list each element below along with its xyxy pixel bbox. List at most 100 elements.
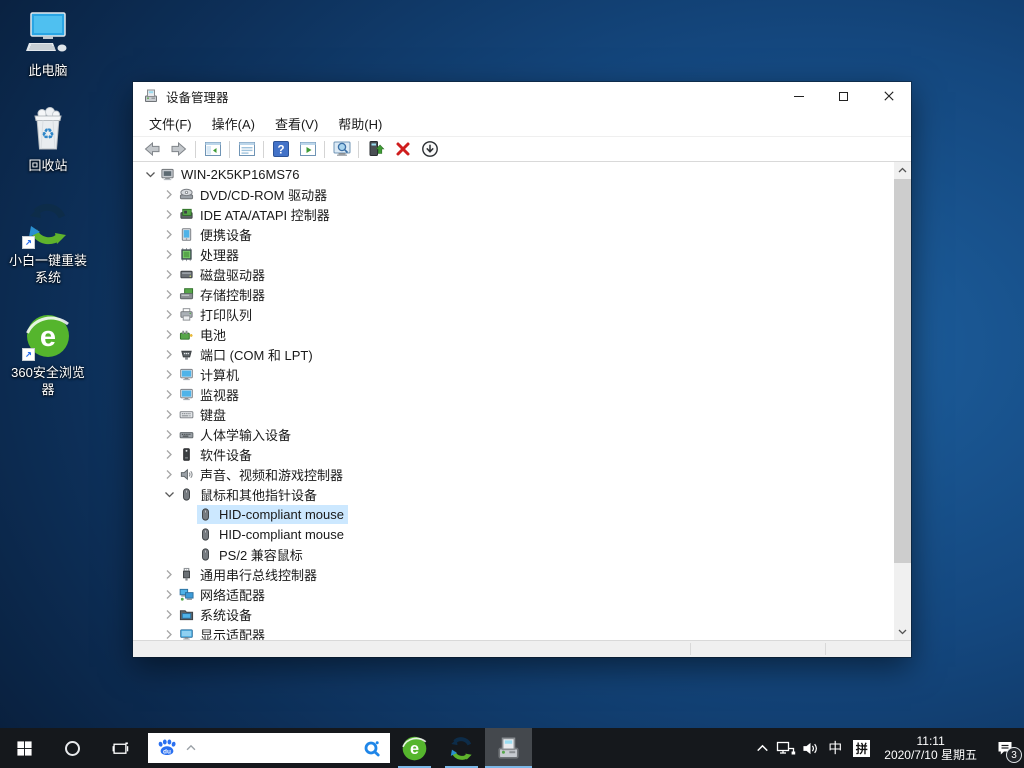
tree-item[interactable]: 键盘 bbox=[133, 404, 894, 424]
desktop-icon-recycle-bin[interactable]: 回收站 bbox=[4, 105, 92, 174]
maximize-button[interactable] bbox=[821, 82, 866, 110]
taskbar-clock[interactable]: 11:11 2020/7/10 星期五 bbox=[875, 734, 986, 763]
tree-item[interactable]: 便携设备 bbox=[133, 224, 894, 244]
chevron-right-icon[interactable] bbox=[161, 426, 178, 443]
toolbar-update-driver-button[interactable] bbox=[362, 138, 389, 161]
minimize-button[interactable] bbox=[776, 82, 821, 110]
tree-item[interactable]: 软件设备 bbox=[133, 444, 894, 464]
menu-view[interactable]: 查看(V) bbox=[265, 110, 328, 136]
tree-item[interactable]: 计算机 bbox=[133, 364, 894, 384]
desktop-icon-this-pc[interactable]: 此电脑 bbox=[4, 10, 92, 79]
chevron-right-icon[interactable] bbox=[161, 466, 178, 483]
chevron-right-icon[interactable] bbox=[161, 186, 178, 203]
chevron-right-icon[interactable] bbox=[161, 266, 178, 283]
360-browser-icon bbox=[401, 735, 428, 762]
scrollbar-up-button[interactable] bbox=[894, 162, 911, 179]
chevron-right-icon[interactable] bbox=[161, 346, 178, 363]
tree-item[interactable]: PS/2 兼容鼠标 bbox=[133, 544, 894, 564]
tray-overflow-button[interactable] bbox=[750, 728, 774, 768]
chevron-right-icon[interactable] bbox=[161, 306, 178, 323]
menu-action[interactable]: 操作(A) bbox=[202, 110, 265, 136]
ime-language-button[interactable]: 中 bbox=[822, 738, 848, 758]
chevron-right-icon[interactable] bbox=[161, 626, 178, 641]
chevron-right-icon[interactable] bbox=[161, 386, 178, 403]
xiaobai-reinstall-icon bbox=[24, 200, 72, 248]
chevron-right-icon[interactable] bbox=[161, 586, 178, 603]
tree-item[interactable]: 电池 bbox=[133, 324, 894, 344]
toolbar-back-button[interactable] bbox=[138, 138, 165, 161]
taskbar-app-360-browser[interactable] bbox=[391, 728, 438, 768]
tree-item[interactable]: WIN-2K5KP16MS76 bbox=[133, 164, 894, 184]
tree-item[interactable]: 鼠标和其他指针设备 bbox=[133, 484, 894, 504]
tree-item[interactable]: 人体学输入设备 bbox=[133, 424, 894, 444]
taskbar-search-box[interactable] bbox=[148, 733, 390, 763]
search-engine-icon[interactable] bbox=[362, 738, 382, 758]
window-titlebar[interactable]: 设备管理器 bbox=[133, 82, 911, 110]
chevron-right-icon[interactable] bbox=[161, 226, 178, 243]
chevron-right-icon[interactable] bbox=[161, 606, 178, 623]
tree-item[interactable]: IDE ATA/ATAPI 控制器 bbox=[133, 204, 894, 224]
tree-item[interactable]: 存储控制器 bbox=[133, 284, 894, 304]
tree-item-selected[interactable]: HID-compliant mouse bbox=[133, 504, 894, 524]
volume-tray-button[interactable] bbox=[798, 728, 822, 768]
taskbar-app-xiaobai[interactable] bbox=[438, 728, 485, 768]
chevron-down-icon[interactable] bbox=[161, 486, 178, 503]
search-expand-icon[interactable] bbox=[184, 741, 198, 755]
action-center-button[interactable]: 3 bbox=[986, 728, 1024, 768]
tree-item[interactable]: 打印队列 bbox=[133, 304, 894, 324]
toolbar-scan-button[interactable] bbox=[328, 138, 355, 161]
tree-item[interactable]: 通用串行总线控制器 bbox=[133, 564, 894, 584]
chevron-right-icon[interactable] bbox=[161, 206, 178, 223]
chevron-right-icon[interactable] bbox=[161, 446, 178, 463]
tree-item-label: 打印队列 bbox=[200, 305, 252, 324]
desktop-icon-xiaobai-reinstall[interactable]: 小白一键重装系统 bbox=[4, 200, 92, 286]
device-tree-panel: WIN-2K5KP16MS76DVD/CD-ROM 驱动器IDE ATA/ATA… bbox=[133, 162, 911, 640]
menu-file[interactable]: 文件(F) bbox=[139, 110, 202, 136]
tree-item[interactable]: DVD/CD-ROM 驱动器 bbox=[133, 184, 894, 204]
tree-item[interactable]: 网络适配器 bbox=[133, 584, 894, 604]
chevron-right-icon[interactable] bbox=[161, 566, 178, 583]
chevron-right-icon[interactable] bbox=[161, 366, 178, 383]
toolbar-panes-button[interactable] bbox=[199, 138, 226, 161]
tree-item-label: 计算机 bbox=[200, 365, 239, 384]
chevron-right-icon[interactable] bbox=[161, 326, 178, 343]
tree-item[interactable]: 监视器 bbox=[133, 384, 894, 404]
chevron-right-icon[interactable] bbox=[161, 286, 178, 303]
chevron-right-icon[interactable] bbox=[161, 406, 178, 423]
close-button[interactable] bbox=[866, 82, 911, 110]
scrollbar-down-button[interactable] bbox=[894, 623, 911, 640]
chevron-right-icon[interactable] bbox=[161, 246, 178, 263]
tree-item[interactable]: 磁盘驱动器 bbox=[133, 264, 894, 284]
tree-item[interactable]: 系统设备 bbox=[133, 604, 894, 624]
taskbar-app-device-manager[interactable] bbox=[485, 728, 532, 768]
tree-item[interactable]: 显示适配器 bbox=[133, 624, 894, 640]
tree-item[interactable]: 端口 (COM 和 LPT) bbox=[133, 344, 894, 364]
printer-device-icon bbox=[179, 307, 194, 322]
network-tray-button[interactable] bbox=[774, 728, 798, 768]
toolbar-help-button[interactable] bbox=[267, 138, 294, 161]
desktop-icon-360-browser[interactable]: 360安全浏览器 bbox=[4, 312, 92, 398]
toolbar-show-window-button[interactable] bbox=[294, 138, 321, 161]
vertical-scrollbar[interactable] bbox=[894, 162, 911, 640]
tree-item[interactable]: 处理器 bbox=[133, 244, 894, 264]
tree-item[interactable]: HID-compliant mouse bbox=[133, 524, 894, 544]
cortana-button[interactable] bbox=[48, 728, 96, 768]
start-button[interactable] bbox=[0, 728, 48, 768]
toolbar-uninstall-button[interactable] bbox=[389, 138, 416, 161]
storage-device-icon bbox=[179, 287, 194, 302]
toolbar-properties-button[interactable] bbox=[233, 138, 260, 161]
toolbar-separator bbox=[263, 141, 264, 158]
tree-item-label: 电池 bbox=[200, 325, 226, 344]
tree-item[interactable]: 声音、视频和游戏控制器 bbox=[133, 464, 894, 484]
ime-mode-button[interactable]: 拼 bbox=[853, 740, 870, 757]
chevron-down-icon[interactable] bbox=[142, 166, 159, 183]
scrollbar-thumb[interactable] bbox=[894, 179, 911, 563]
toolbar-forward-button[interactable] bbox=[165, 138, 192, 161]
toolbar-disable-button[interactable] bbox=[416, 138, 443, 161]
task-view-button[interactable] bbox=[96, 728, 144, 768]
menu-help[interactable]: 帮助(H) bbox=[328, 110, 392, 136]
system-tray: 中 拼 11:11 2020/7/10 星期五 3 bbox=[750, 728, 1024, 768]
cortana-icon bbox=[65, 741, 80, 756]
scroll-down-icon bbox=[897, 626, 908, 637]
device-manager-window: 设备管理器 文件(F)操作(A)查看(V)帮助(H) WIN-2K5KP16MS… bbox=[133, 82, 911, 657]
